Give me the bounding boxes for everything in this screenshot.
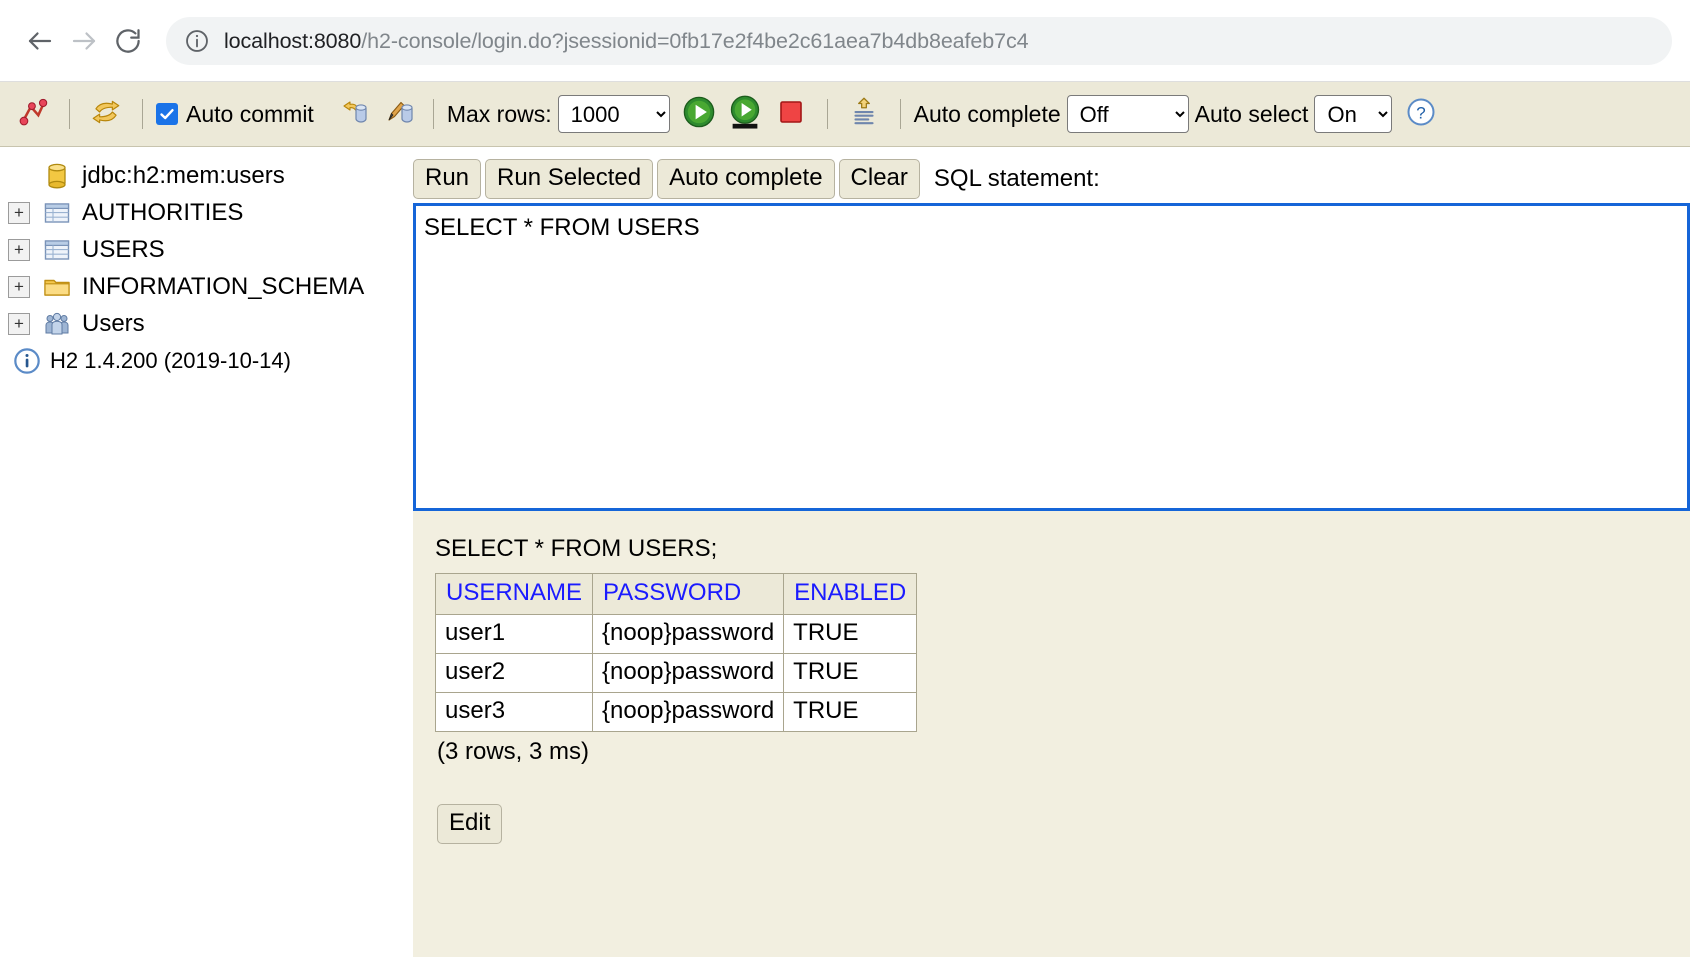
url-host: localhost:8080 bbox=[224, 28, 362, 53]
cell-username: user3 bbox=[434, 692, 594, 732]
run-selected-button[interactable] bbox=[722, 92, 768, 136]
cell-enabled: TRUE bbox=[783, 614, 918, 654]
browser-chrome: localhost:8080/h2-console/login.do?jsess… bbox=[0, 0, 1690, 82]
auto-select-select[interactable]: On bbox=[1314, 95, 1393, 133]
tree-item-label: INFORMATION_SCHEMA bbox=[82, 272, 365, 300]
tree-item-label: jdbc:h2:mem:users bbox=[82, 161, 285, 189]
tree-expand-toggle[interactable]: + bbox=[8, 312, 30, 335]
tree-item-version: H2 1.4.200 (2019-10-14) bbox=[8, 342, 410, 379]
forward-button[interactable] bbox=[62, 19, 106, 63]
result-panel: SELECT * FROM USERS; USERNAME PASSWORD E… bbox=[413, 511, 1690, 957]
auto-select-label: Auto select bbox=[1194, 100, 1309, 127]
cell-enabled: TRUE bbox=[783, 653, 918, 693]
cell-password: {noop}password bbox=[592, 653, 785, 693]
stop-red-square-icon bbox=[775, 96, 807, 133]
tree-item-label: USERS bbox=[82, 235, 165, 263]
cell-enabled: TRUE bbox=[783, 692, 918, 732]
table-row: user2 {noop}password TRUE bbox=[434, 653, 918, 693]
auto-complete-label: Auto complete bbox=[913, 100, 1061, 127]
toolbar-separator bbox=[69, 99, 70, 129]
tree-expand-toggle[interactable]: + bbox=[8, 275, 30, 298]
forward-arrow-icon bbox=[69, 26, 99, 56]
url-path: /h2-console/login.do?jsessionid=0fb17e2f… bbox=[361, 28, 1029, 53]
help-button[interactable]: ? bbox=[1398, 92, 1444, 136]
tree-item-label: AUTHORITIES bbox=[82, 198, 244, 226]
rollback-button[interactable] bbox=[374, 92, 420, 136]
max-rows-label: Max rows: bbox=[446, 100, 552, 127]
run-button[interactable] bbox=[676, 92, 722, 136]
toolbar-separator bbox=[899, 99, 901, 129]
cell-password: {noop}password bbox=[592, 692, 785, 732]
clear-sql-button[interactable]: Clear bbox=[838, 159, 920, 199]
table-row: user1 {noop}password TRUE bbox=[434, 614, 918, 654]
disconnect-icon bbox=[16, 95, 50, 134]
result-status: (3 rows, 3 ms) bbox=[437, 738, 590, 765]
toolbar-separator bbox=[142, 99, 143, 129]
auto-complete-button[interactable]: Auto complete bbox=[657, 159, 835, 199]
run-selected-sql-button[interactable]: Run Selected bbox=[485, 159, 654, 199]
main-area: jdbc:h2:mem:users + AUTHORITIES + USERS … bbox=[0, 147, 1690, 957]
h2-version-label: H2 1.4.200 (2019-10-14) bbox=[50, 347, 291, 373]
auto-complete-select[interactable]: Off bbox=[1066, 95, 1189, 133]
max-rows-select[interactable]: 1000 bbox=[557, 95, 670, 133]
table-row: user3 {noop}password TRUE bbox=[434, 692, 918, 732]
commit-button[interactable] bbox=[328, 92, 374, 136]
refresh-button[interactable] bbox=[83, 92, 129, 136]
tree-expand-toggle[interactable]: + bbox=[8, 201, 30, 224]
auto-commit-checkbox[interactable] bbox=[156, 103, 178, 125]
sql-editor-toolbar: Run Run Selected Auto complete Clear SQL… bbox=[411, 147, 1690, 203]
refresh-icon bbox=[89, 95, 123, 134]
info-circle-icon bbox=[12, 347, 42, 374]
folder-icon bbox=[42, 274, 72, 300]
table-icon bbox=[42, 237, 72, 263]
commit-icon bbox=[334, 96, 368, 133]
tree-item-users-group[interactable]: + Users bbox=[8, 305, 410, 342]
address-bar[interactable]: localhost:8080/h2-console/login.do?jsess… bbox=[166, 17, 1672, 65]
table-icon bbox=[42, 200, 72, 226]
column-header-password[interactable]: PASSWORD bbox=[592, 573, 785, 615]
reload-icon bbox=[113, 26, 143, 56]
toolbar-separator bbox=[826, 99, 828, 129]
tree-item-information-schema[interactable]: + INFORMATION_SCHEMA bbox=[8, 268, 410, 305]
tree-item-users-table[interactable]: + USERS bbox=[8, 231, 410, 268]
tree-item-authorities[interactable]: + AUTHORITIES bbox=[8, 194, 410, 231]
result-table: USERNAME PASSWORD ENABLED user1 {noop}pa… bbox=[434, 573, 918, 732]
users-group-icon bbox=[42, 311, 72, 337]
rollback-icon bbox=[380, 96, 414, 133]
database-tree-sidebar: jdbc:h2:mem:users + AUTHORITIES + USERS … bbox=[0, 147, 411, 957]
run-green-play-icon bbox=[681, 94, 717, 135]
sql-input[interactable] bbox=[413, 203, 1690, 511]
h2-toolbar: Auto commit Max rows: 1000 Auto complete… bbox=[0, 82, 1690, 147]
table-header-row: USERNAME PASSWORD ENABLED bbox=[434, 573, 918, 615]
import-sql-script-icon bbox=[847, 95, 881, 134]
import-sql-button[interactable] bbox=[841, 92, 887, 136]
svg-text:?: ? bbox=[1417, 103, 1426, 122]
column-header-enabled[interactable]: ENABLED bbox=[783, 573, 918, 615]
sql-statement-label: SQL statement: bbox=[933, 165, 1100, 192]
edit-result-button[interactable]: Edit bbox=[437, 804, 503, 844]
run-selected-green-play-icon bbox=[727, 94, 763, 135]
disconnect-button[interactable] bbox=[10, 92, 56, 136]
toolbar-separator bbox=[432, 99, 434, 129]
address-bar-url: localhost:8080/h2-console/login.do?jsess… bbox=[224, 29, 1029, 54]
auto-commit-label: Auto commit bbox=[186, 100, 314, 127]
tree-expand-toggle[interactable]: + bbox=[8, 238, 30, 261]
cell-username: user1 bbox=[434, 614, 594, 654]
reload-button[interactable] bbox=[106, 19, 150, 63]
back-button[interactable] bbox=[18, 19, 62, 63]
cell-username: user2 bbox=[434, 653, 594, 693]
executed-query-echo: SELECT * FROM USERS; bbox=[435, 535, 718, 562]
stop-button[interactable] bbox=[768, 92, 814, 136]
help-question-icon: ? bbox=[1405, 96, 1437, 133]
database-cylinder-icon bbox=[42, 163, 72, 189]
back-arrow-icon bbox=[25, 26, 55, 56]
cell-password: {noop}password bbox=[592, 614, 785, 654]
sql-pane: Run Run Selected Auto complete Clear SQL… bbox=[411, 147, 1690, 957]
run-sql-button[interactable]: Run bbox=[413, 159, 482, 199]
tree-item-label: Users bbox=[82, 309, 145, 337]
column-header-username[interactable]: USERNAME bbox=[434, 573, 594, 615]
info-circle-icon[interactable] bbox=[184, 28, 210, 54]
tree-item-connection[interactable]: jdbc:h2:mem:users bbox=[8, 157, 410, 194]
